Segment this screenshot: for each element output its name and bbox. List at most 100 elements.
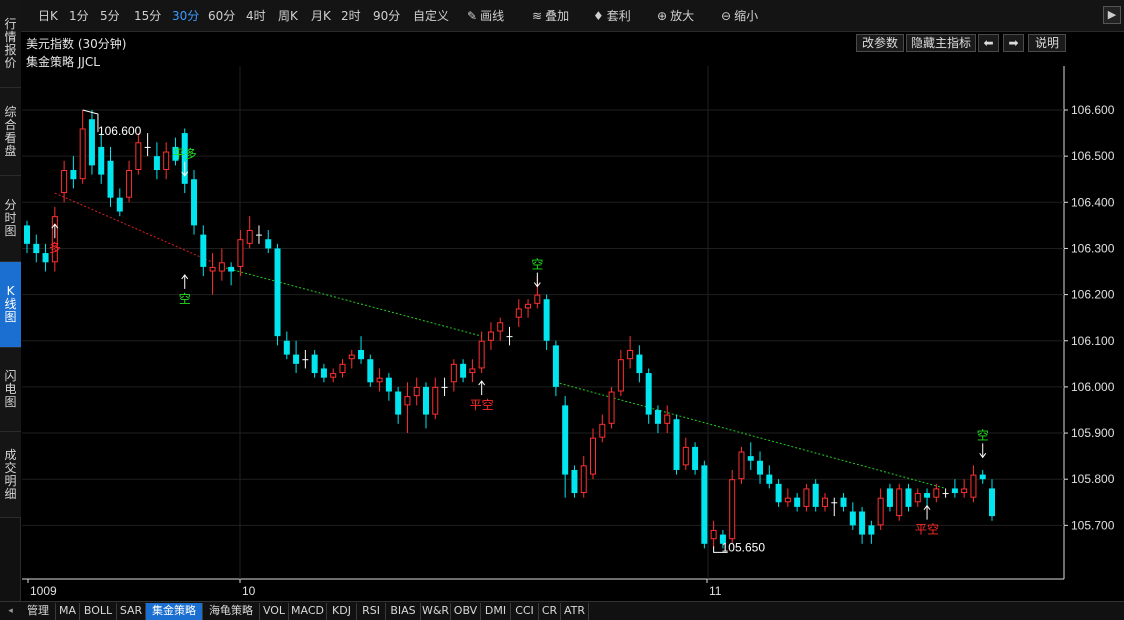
candle-body-down xyxy=(905,488,912,507)
candle-body-up xyxy=(729,479,736,540)
candle-body-doji xyxy=(831,502,838,504)
candle-body-down xyxy=(274,248,281,337)
candle-body-down xyxy=(358,349,365,360)
candle-body-doji xyxy=(942,493,949,495)
candle-body-up xyxy=(79,128,86,180)
candle-body-down xyxy=(673,419,680,470)
candle-body-doji xyxy=(302,359,309,361)
y-tick-label: 106.000 xyxy=(1071,380,1115,394)
candle-body-up xyxy=(487,331,494,341)
candle-body-up xyxy=(404,396,411,406)
candle-body-down xyxy=(320,368,327,378)
signal-label: 空 xyxy=(179,292,191,306)
candle-body-down xyxy=(191,179,198,226)
indicator-tab-14[interactable]: CCI xyxy=(511,603,539,620)
indicator-tab-3[interactable]: SAR xyxy=(117,603,146,620)
candle-body-down xyxy=(775,483,782,503)
candle-body-down xyxy=(654,409,661,424)
candle-body-down xyxy=(692,446,699,470)
candle-body-up xyxy=(914,493,921,503)
candle-body-up xyxy=(590,437,597,475)
candle-body-up xyxy=(61,169,68,194)
y-tick-label: 105.900 xyxy=(1071,426,1115,440)
signal-label: 平多 xyxy=(173,147,197,161)
prev-arrow-button[interactable]: ⬅ xyxy=(978,34,999,52)
candle-body-down xyxy=(571,469,578,494)
indicator-tab-2[interactable]: BOLL xyxy=(80,603,117,620)
candle-body-up xyxy=(710,529,717,540)
candle-body-down xyxy=(812,483,819,507)
candle-body-doji xyxy=(506,336,513,338)
candle-body-down xyxy=(265,239,272,249)
indicator-tab-8[interactable]: KDJ xyxy=(327,603,357,620)
indicator-tab-4[interactable]: 集金策略 xyxy=(146,603,203,620)
candle-body-up xyxy=(515,308,522,318)
high-price-label: 106.600 xyxy=(98,124,142,138)
candle-body-up xyxy=(627,349,634,360)
chart-title: 美元指数 (30分钟) xyxy=(26,37,127,51)
indicator-tab-15[interactable]: CR xyxy=(539,603,561,620)
candle-body-down xyxy=(385,377,392,392)
candle-body-up xyxy=(784,497,791,503)
candle-body-down xyxy=(951,488,958,494)
candle-body-up xyxy=(209,266,216,272)
candle-body-down xyxy=(33,243,40,254)
candle-body-down xyxy=(98,146,105,175)
kline-chart[interactable]: 106.600 106.500 106.400 106.300 106.200 106.1… xyxy=(0,0,1124,600)
candle-body-up xyxy=(218,262,225,272)
indicator-tab-6[interactable]: VOL xyxy=(260,603,289,620)
y-tick-label: 106.600 xyxy=(1071,103,1115,117)
candle-body-up xyxy=(330,373,337,378)
indicator-tab-11[interactable]: W&R xyxy=(421,603,451,620)
next-arrow-button[interactable]: ➡ xyxy=(1003,34,1024,52)
strategy-label: 集金策略 JJCL xyxy=(26,55,100,69)
indicator-tab-9[interactable]: RSI xyxy=(357,603,386,620)
indicator-tab-12[interactable]: OBV xyxy=(451,603,481,620)
candle-body-up xyxy=(135,142,142,170)
candle-body-down xyxy=(924,493,931,498)
candle-body-down xyxy=(70,169,77,180)
indicator-tab-1[interactable]: MA xyxy=(56,603,80,620)
long-trend-line xyxy=(54,192,213,263)
candle-body-up xyxy=(877,497,884,526)
candle-body-down xyxy=(840,497,847,507)
candle-body-up xyxy=(497,322,504,332)
candle-body-up xyxy=(580,465,587,494)
chart-header: 美元指数 (30分钟) 改参数 隐藏主指标 ⬅ ➡ 说明 xyxy=(21,33,1124,53)
candle-body-up xyxy=(450,363,457,383)
scroll-left-button[interactable]: ◂ xyxy=(0,601,21,620)
indicator-tab-13[interactable]: DMI xyxy=(481,603,511,620)
candle-body-up xyxy=(738,451,745,480)
candle-body-up xyxy=(534,294,541,304)
y-tick-label: 106.400 xyxy=(1071,195,1115,209)
candle-body-up xyxy=(376,377,383,383)
candle-body-down xyxy=(552,345,559,387)
signal-label: 平空 xyxy=(915,523,939,537)
candle-body-up xyxy=(682,446,689,466)
candle-body-up xyxy=(821,497,828,507)
candle-body-up xyxy=(599,423,606,438)
candle-body-up xyxy=(933,488,940,498)
signal-label: 平空 xyxy=(470,398,494,412)
indicator-tab-5[interactable]: 海龟策略 xyxy=(203,603,260,620)
candle-body-up xyxy=(163,151,170,170)
candle-body-down xyxy=(422,386,429,415)
indicator-tab-16[interactable]: ATR xyxy=(561,603,589,620)
candle-body-down xyxy=(701,465,708,544)
x-tick-label: 1009 xyxy=(30,584,57,598)
candle-body-down xyxy=(293,354,300,364)
edit-params-button[interactable]: 改参数 xyxy=(856,34,904,52)
candle-body-down xyxy=(989,488,995,517)
indicator-tab-7[interactable]: MACD xyxy=(289,603,327,620)
low-price-label: 105.650 xyxy=(722,540,766,554)
indicator-tab-0[interactable]: 管理 xyxy=(21,603,56,620)
candle-body-down xyxy=(88,119,95,166)
candle-body-up xyxy=(961,488,968,494)
help-button[interactable]: 说明 xyxy=(1028,34,1066,52)
candle-body-down xyxy=(849,511,856,526)
indicator-tab-10[interactable]: BIAS xyxy=(386,603,421,620)
candle-body-down xyxy=(24,225,30,244)
candle-body-down xyxy=(794,497,801,507)
candle-body-down xyxy=(367,359,374,383)
hide-indicator-button[interactable]: 隐藏主指标 xyxy=(906,34,976,52)
